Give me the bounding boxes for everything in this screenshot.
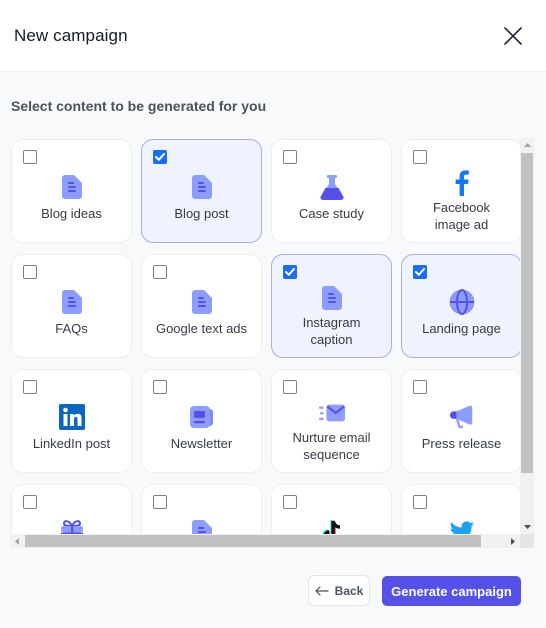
content-type-checkbox[interactable] bbox=[153, 265, 167, 279]
facebook-icon bbox=[449, 170, 475, 196]
content-type-checkbox[interactable] bbox=[283, 150, 297, 164]
modal-title: New campaign bbox=[14, 25, 128, 45]
megaphone-icon bbox=[449, 404, 475, 430]
content-type-label: Newsletter bbox=[170, 436, 233, 451]
content-type-checkbox[interactable] bbox=[23, 150, 37, 164]
checkmark-icon bbox=[285, 268, 295, 276]
flask-icon bbox=[319, 174, 345, 200]
document-icon bbox=[59, 289, 85, 315]
content-type-card[interactable] bbox=[271, 484, 392, 534]
gift-icon bbox=[59, 519, 85, 534]
horizontal-scrollbar[interactable] bbox=[10, 534, 520, 548]
content-type-checkbox[interactable] bbox=[413, 380, 427, 394]
back-button-label: Back bbox=[334, 583, 364, 598]
scroll-left-arrow[interactable] bbox=[10, 534, 24, 548]
content-type-label: Instagram caption bbox=[302, 315, 361, 347]
content-type-label: FAQs bbox=[55, 321, 88, 336]
content-type-checkbox[interactable] bbox=[283, 495, 297, 509]
content-type-label: Nurture email sequence bbox=[292, 430, 371, 462]
content-type-checkbox[interactable] bbox=[153, 150, 167, 164]
content-type-checkbox[interactable] bbox=[413, 265, 427, 279]
content-type-label: Landing page bbox=[422, 321, 501, 336]
content-type-card[interactable]: Google text ads bbox=[141, 254, 262, 358]
content-type-card[interactable] bbox=[11, 484, 132, 534]
scroll-right-arrow[interactable] bbox=[506, 534, 520, 548]
content-type-card[interactable]: Case study bbox=[271, 139, 392, 243]
content-type-card[interactable]: Press release bbox=[401, 369, 520, 473]
content-type-checkbox[interactable] bbox=[23, 265, 37, 279]
back-button[interactable]: Back bbox=[308, 575, 370, 606]
content-type-grid-viewport: Blog ideas Blog post Case study Facebook im… bbox=[10, 138, 520, 534]
content-type-label: Google text ads bbox=[155, 321, 248, 336]
content-type-label: Blog ideas bbox=[41, 206, 102, 221]
newspaper-icon bbox=[189, 404, 215, 430]
globe-icon bbox=[449, 289, 475, 315]
content-type-checkbox[interactable] bbox=[153, 495, 167, 509]
horizontal-scrollbar-thumb[interactable] bbox=[25, 535, 481, 547]
content-type-scroll-area: Blog ideas Blog post Case study Facebook im… bbox=[10, 138, 534, 548]
document-icon bbox=[59, 174, 85, 200]
content-type-label: Blog post bbox=[174, 206, 229, 221]
content-type-checkbox[interactable] bbox=[413, 150, 427, 164]
email-icon bbox=[318, 400, 345, 426]
content-type-label: Facebook image ad bbox=[432, 200, 491, 232]
content-type-card[interactable]: Facebook image ad bbox=[401, 139, 520, 243]
checkmark-icon bbox=[155, 153, 165, 161]
modal-header: New campaign bbox=[0, 0, 546, 72]
document-icon bbox=[189, 174, 215, 200]
content-type-checkbox[interactable] bbox=[23, 495, 37, 509]
generate-campaign-button[interactable]: Generate campaign bbox=[382, 576, 521, 606]
tiktok-icon bbox=[319, 519, 345, 534]
vertical-scrollbar[interactable] bbox=[520, 138, 534, 534]
content-type-card[interactable]: Blog post bbox=[141, 139, 262, 243]
content-type-card[interactable]: FAQs bbox=[11, 254, 132, 358]
content-type-checkbox[interactable] bbox=[23, 380, 37, 394]
content-type-card[interactable]: Newsletter bbox=[141, 369, 262, 473]
content-type-card[interactable]: Landing page bbox=[401, 254, 520, 358]
arrow-left-icon bbox=[315, 585, 329, 596]
checkmark-icon bbox=[415, 268, 425, 276]
content-type-checkbox[interactable] bbox=[283, 265, 297, 279]
content-type-card[interactable] bbox=[141, 484, 262, 534]
content-type-checkbox[interactable] bbox=[283, 380, 297, 394]
content-type-card[interactable]: Instagram caption bbox=[271, 254, 392, 358]
content-type-card[interactable]: Nurture email sequence bbox=[271, 369, 392, 473]
vertical-scrollbar-thumb[interactable] bbox=[521, 153, 533, 473]
content-type-card[interactable]: Blog ideas bbox=[11, 139, 132, 243]
content-type-label: Press release bbox=[421, 436, 502, 451]
document-icon bbox=[319, 285, 345, 311]
content-type-label: LinkedIn post bbox=[32, 436, 111, 451]
linkedin-icon bbox=[58, 404, 85, 430]
document-icon bbox=[189, 519, 215, 534]
twitter-icon bbox=[449, 519, 475, 534]
modal-footer: Back Generate campaign bbox=[0, 560, 546, 628]
content-type-label: Case study bbox=[298, 206, 365, 221]
content-type-checkbox[interactable] bbox=[153, 380, 167, 394]
content-type-card[interactable]: LinkedIn post bbox=[11, 369, 132, 473]
scroll-up-arrow[interactable] bbox=[520, 138, 534, 152]
scroll-down-arrow[interactable] bbox=[520, 520, 534, 534]
new-campaign-modal: New campaign Select content to be genera… bbox=[0, 0, 546, 628]
document-icon bbox=[189, 289, 215, 315]
section-subtitle: Select content to be generated for you bbox=[11, 98, 267, 114]
content-type-grid: Blog ideas Blog post Case study Facebook im… bbox=[11, 139, 520, 534]
content-type-checkbox[interactable] bbox=[413, 495, 427, 509]
close-button[interactable] bbox=[500, 23, 526, 49]
close-icon bbox=[504, 26, 522, 45]
scrollbar-corner bbox=[520, 534, 534, 548]
content-type-card[interactable] bbox=[401, 484, 520, 534]
